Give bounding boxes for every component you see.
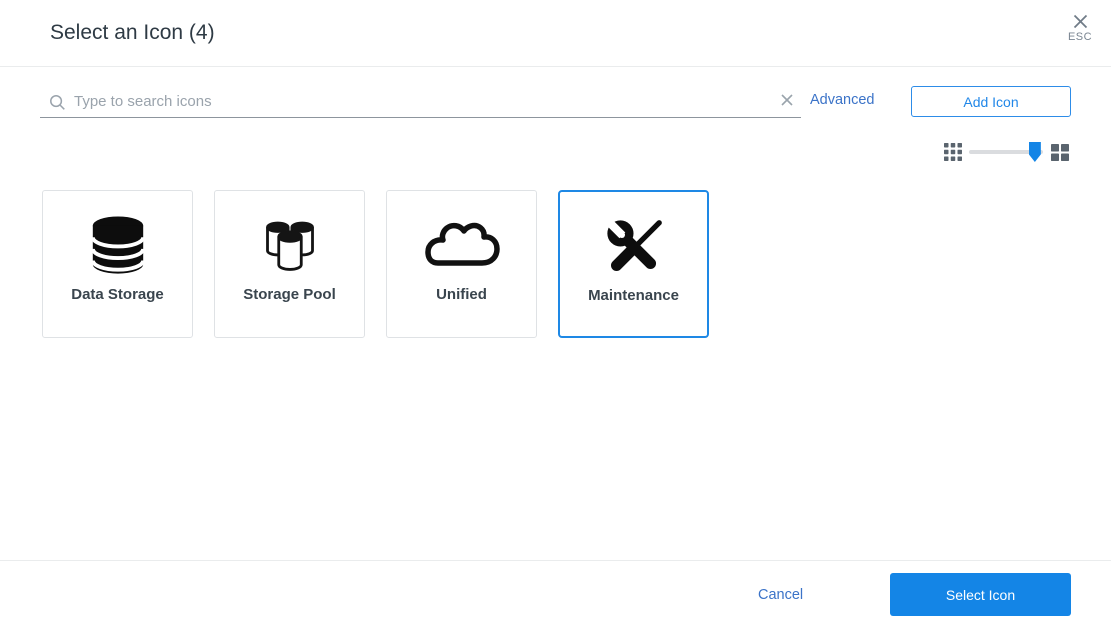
cancel-button[interactable]: Cancel — [758, 587, 803, 603]
icon-card-label: Storage Pool — [243, 286, 336, 303]
icon-grid: Data Storage Storage Pool Unified — [42, 190, 709, 338]
cloud-icon — [423, 221, 501, 271]
close-icon — [1073, 14, 1088, 29]
icon-card-data-storage[interactable]: Data Storage — [42, 190, 193, 338]
advanced-link[interactable]: Advanced — [810, 92, 875, 108]
icon-card-label: Maintenance — [588, 287, 679, 304]
database-icon — [87, 214, 149, 278]
search-input[interactable] — [72, 88, 762, 114]
tools-icon — [603, 216, 665, 278]
dialog-header: Select an Icon (4) ESC — [0, 0, 1111, 67]
icon-card-label: Unified — [436, 286, 487, 303]
storage-pool-icon — [260, 216, 320, 276]
dialog-footer: Cancel Select Icon — [0, 560, 1111, 628]
search-bar — [40, 85, 801, 118]
search-icon — [49, 94, 66, 111]
size-slider-handle[interactable] — [1029, 142, 1041, 162]
clear-search-button[interactable] — [781, 94, 793, 106]
dialog-title: Select an Icon (4) — [50, 21, 215, 45]
clear-icon — [781, 94, 793, 106]
add-icon-button[interactable]: Add Icon — [911, 86, 1071, 117]
grid-small-icon — [944, 143, 962, 161]
icon-card-maintenance[interactable]: Maintenance — [558, 190, 709, 338]
size-slider-track[interactable] — [969, 150, 1043, 154]
grid-large-icon — [1051, 144, 1069, 161]
icon-card-storage-pool[interactable]: Storage Pool — [214, 190, 365, 338]
icon-card-label: Data Storage — [71, 286, 164, 303]
icon-card-unified[interactable]: Unified — [386, 190, 537, 338]
esc-label: ESC — [1063, 31, 1097, 43]
close-button[interactable]: ESC — [1063, 14, 1097, 43]
select-icon-button[interactable]: Select Icon — [890, 573, 1071, 616]
icon-size-slider — [944, 141, 1071, 163]
